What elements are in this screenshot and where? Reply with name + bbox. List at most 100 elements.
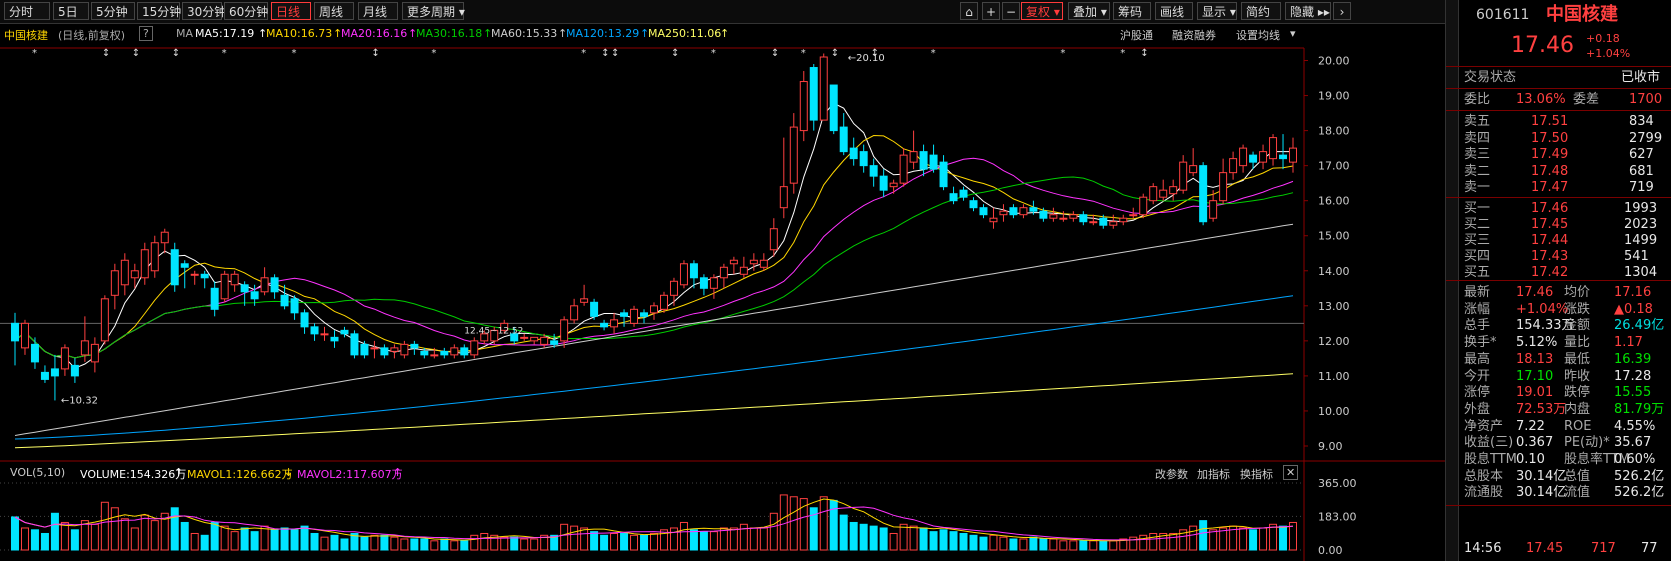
candle-body xyxy=(420,350,429,356)
event-marker: ↕ xyxy=(172,48,180,59)
tick-volume: 717 xyxy=(1591,541,1616,556)
close-icon[interactable]: ✕ xyxy=(1283,465,1299,480)
volume-bar xyxy=(1249,529,1258,551)
volume-bar xyxy=(1079,540,1088,551)
candle-body xyxy=(1269,137,1278,160)
volume-bar xyxy=(759,527,768,551)
volume-bar xyxy=(939,529,948,551)
volume-bar xyxy=(859,523,868,551)
volume-bar xyxy=(1019,538,1028,551)
volume-bar xyxy=(719,527,728,551)
volume-bar xyxy=(570,525,579,551)
candle-body xyxy=(1249,154,1258,163)
candle-body xyxy=(290,298,299,314)
event-marker: ↕ xyxy=(371,48,379,59)
volume-bar xyxy=(729,527,738,551)
stat-label: 股息TTM xyxy=(1464,452,1517,467)
candle-body xyxy=(460,347,469,356)
stat-label: 昨收 xyxy=(1564,368,1591,384)
candle-body xyxy=(1289,147,1298,163)
candle-body xyxy=(540,336,549,345)
volume-bar xyxy=(10,516,19,551)
candle-body xyxy=(620,312,629,317)
stat-value: 26.49亿 xyxy=(1614,318,1665,334)
stat-label: ROE xyxy=(1564,418,1592,434)
candle-body xyxy=(40,371,49,380)
stat-label: 总值 xyxy=(1564,468,1591,484)
ask-label: 卖四 xyxy=(1464,130,1491,146)
stat-label: 金额 xyxy=(1564,318,1591,334)
stat-label: 最新 xyxy=(1464,285,1491,300)
candle-body xyxy=(180,263,189,268)
candle-body xyxy=(839,126,848,153)
candle-body xyxy=(739,266,748,275)
candle-body xyxy=(1199,165,1208,223)
y-tick-label: 14.00 xyxy=(1318,265,1350,278)
candle-body xyxy=(829,84,838,132)
candle-body xyxy=(949,193,958,202)
volume-bar xyxy=(600,534,609,551)
volume-bar xyxy=(1279,525,1288,551)
volume-bar xyxy=(60,521,69,551)
stat-label: 涨幅 xyxy=(1464,301,1491,317)
candle-body xyxy=(50,368,59,377)
stat-value: 526.2亿 xyxy=(1614,468,1665,484)
volume-bar xyxy=(749,527,758,551)
candle-body xyxy=(1039,210,1048,219)
ma250-line xyxy=(14,373,1294,449)
stat-label: 内盘 xyxy=(1564,401,1591,417)
volume-bar xyxy=(280,527,289,551)
link-switch-indicator[interactable]: 换指标 xyxy=(1240,466,1273,482)
ma5-line xyxy=(14,102,1293,369)
ask-volume: 834 xyxy=(1629,114,1654,129)
volume-bar xyxy=(919,527,928,551)
candle-body xyxy=(689,263,698,279)
candle-body xyxy=(430,354,439,357)
candle-body xyxy=(959,189,968,198)
event-marker: * xyxy=(32,48,37,59)
candle-body xyxy=(380,347,389,356)
candle-body xyxy=(939,161,948,188)
volume-bar xyxy=(250,531,259,551)
mid-annotation: 12.45~12.52 xyxy=(464,326,523,336)
ask-volume: 627 xyxy=(1629,147,1654,162)
volume-bar xyxy=(909,525,918,551)
candle-body xyxy=(1219,172,1228,202)
event-marker: * xyxy=(222,48,227,59)
bid-volume: 1993 xyxy=(1624,201,1658,216)
stat-value: 18.13 xyxy=(1516,351,1554,367)
stat-label: 涨停 xyxy=(1464,385,1491,401)
mavol1-value: MAVOL1:126.662万 xyxy=(187,468,293,481)
y-tick-label: 18.00 xyxy=(1318,125,1350,138)
candle-body xyxy=(1079,214,1088,223)
link-add-indicator[interactable]: 加指标 xyxy=(1197,466,1230,482)
candle-body xyxy=(709,277,718,289)
event-marker: * xyxy=(711,48,716,59)
ask-price: 17.48 xyxy=(1531,163,1569,179)
volume-bar xyxy=(330,534,339,551)
candle-body xyxy=(520,336,529,339)
volume-bar xyxy=(819,496,828,551)
link-edit-params[interactable]: 改参数 xyxy=(1155,466,1188,482)
weicha-label: 委差 xyxy=(1573,92,1600,107)
event-marker: ↕ xyxy=(611,48,619,59)
volume-bar xyxy=(360,536,369,551)
volume-bar xyxy=(1199,520,1208,551)
volume-bar xyxy=(240,527,249,551)
candle-body xyxy=(530,336,539,342)
volume-bar xyxy=(190,532,199,551)
candle-body xyxy=(1129,214,1138,217)
volume-bar xyxy=(829,499,838,551)
volume-bar xyxy=(50,512,59,551)
event-marker: * xyxy=(931,48,936,59)
y-tick-label: 11.00 xyxy=(1318,370,1350,383)
volume-bar xyxy=(230,531,239,551)
ma20-line xyxy=(14,157,1294,359)
candle-body xyxy=(729,259,738,265)
candle-body xyxy=(1009,207,1018,216)
ask-price: 17.51 xyxy=(1531,114,1569,129)
volume-bar xyxy=(1149,532,1158,551)
candle-body xyxy=(450,347,459,356)
candle-body xyxy=(1069,214,1078,219)
event-marker: * xyxy=(581,48,586,59)
